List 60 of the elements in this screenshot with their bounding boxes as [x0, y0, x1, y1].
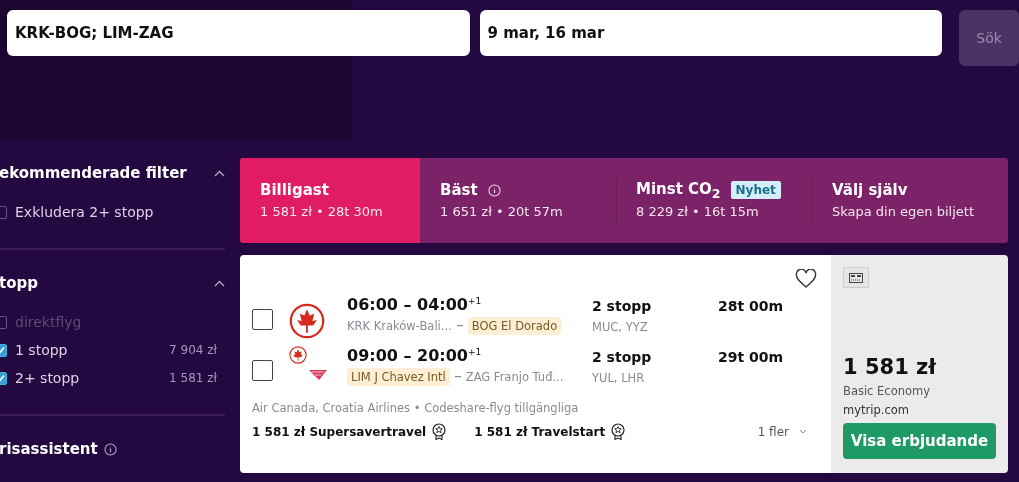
new-badge: Nyhet — [730, 181, 781, 199]
filter-heading: risassistent — [0, 440, 98, 458]
date-field[interactable]: 9 mar, 16 mar — [479, 10, 943, 56]
dash-icon — [454, 376, 461, 378]
sort-tab[interactable]: Välj själv Skapa din egen biljett — [812, 158, 1008, 243]
filter-label: Exkludera 2+ stopp — [15, 204, 155, 220]
tab-subtitle: 8 229 zł • 16t 15m — [636, 204, 760, 219]
origin-airport: KRK Kraków-Bali... — [347, 319, 452, 333]
tab-subtitle: Skapa din egen biljett — [832, 204, 975, 219]
filter-price: 1 581 zł — [169, 371, 217, 385]
dash-icon — [456, 325, 463, 327]
airlines-text: Air Canada, Croatia Airlines • Codeshare-flyg tillgängliga — [252, 401, 580, 415]
filter-heading: topp — [0, 274, 38, 292]
sort-tab[interactable]: Minst CO$_{2}$ Nyhet 8 229 zł • 16t 15m — [616, 158, 812, 243]
checkered-logo — [309, 370, 327, 380]
filter-label: 1 stopp — [15, 342, 69, 358]
medal-icon — [432, 423, 447, 440]
origin-airport: LIM J Chavez Intl — [347, 368, 450, 386]
destination-airport: BOG El Dorado — [467, 317, 562, 335]
info-icon — [103, 442, 117, 456]
provider-offer[interactable]: 1 581 zł Supersavertravel — [252, 424, 427, 439]
chevron-icon[interactable] — [214, 279, 225, 287]
fare-class: Basic Economy — [843, 384, 932, 398]
route-field[interactable]: KRK-BOG; LIM-ZAG — [7, 10, 470, 56]
tab-title: Bäst — [440, 181, 478, 199]
view-offer-button[interactable]: Visa erbjudande — [843, 423, 996, 459]
checkbox[interactable] — [252, 360, 273, 381]
checkbox[interactable] — [252, 309, 273, 330]
flight-duration: 29t 00m — [718, 349, 784, 365]
filter-price: 7 904 zł — [169, 343, 217, 357]
stops-count: 2 stopp — [592, 298, 653, 314]
provider-offer[interactable]: 1 581 zł Travelstart — [474, 424, 606, 439]
heart-icon[interactable] — [795, 269, 817, 289]
tab-title: Billigast — [260, 181, 329, 199]
maple-leaf-logo — [289, 303, 325, 339]
chevron-down-icon[interactable] — [799, 429, 807, 434]
tab-title: Minst CO$_{2}$ — [636, 179, 721, 201]
filter-label: 2+ stopp — [15, 370, 81, 386]
medal-icon — [611, 423, 626, 440]
tab-title: Välj själv — [832, 181, 908, 199]
sort-tab[interactable]: Billigast 1 581 zł • 28t 30m — [240, 158, 420, 243]
seller-name: mytrip.com — [843, 403, 910, 417]
seat-icon — [843, 267, 869, 288]
stops-count: 2 stopp — [592, 349, 653, 365]
offer-price: 1 581 zł — [843, 355, 938, 379]
more-offers-link[interactable]: 1 fler — [757, 424, 789, 439]
maple-leaf-logo — [289, 346, 307, 364]
chevron-icon[interactable] — [214, 169, 225, 177]
filter-label: direktflyg — [15, 314, 83, 330]
destination-airport: ZAG Franjo Tuđ... — [465, 370, 564, 384]
sort-tab[interactable]: Bäst 1 651 zł • 20t 57m — [420, 158, 616, 243]
filter-heading: ekommenderade filter — [0, 164, 187, 182]
stopover-airports: MUC, YYZ — [592, 320, 649, 334]
flight-duration: 28t 00m — [718, 298, 784, 314]
flight-times: 06:00 – 04:00$^{+1}$ — [347, 295, 483, 314]
flight-times: 09:00 – 20:00$^{+1}$ — [347, 346, 483, 365]
tab-subtitle: 1 581 zł • 28t 30m — [260, 204, 384, 219]
stopover-airports: YUL, LHR — [592, 371, 646, 385]
info-icon — [487, 183, 501, 197]
tab-subtitle: 1 651 zł • 20t 57m — [440, 204, 564, 219]
